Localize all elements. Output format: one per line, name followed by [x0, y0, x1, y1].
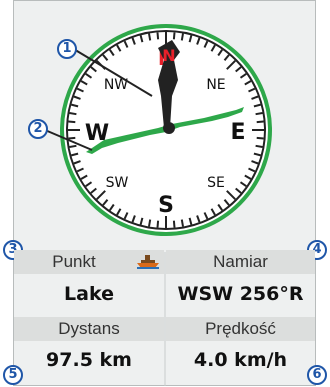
speed-value: 4.0 km/h: [193, 349, 288, 371]
bearing-label: Namiar: [213, 252, 268, 271]
bearing-field[interactable]: Namiar: [166, 250, 315, 274]
compass-tick: [180, 33, 184, 41]
point-value: Lake: [64, 283, 114, 305]
distance-value: 97.5 km: [46, 349, 132, 371]
ne-label: NE: [206, 77, 225, 93]
distance-label: Dystans: [58, 319, 120, 338]
south-label: S: [158, 193, 174, 218]
speed-field[interactable]: Prędkość: [166, 317, 315, 341]
point-label: Punkt: [52, 252, 96, 271]
boat-icon: [137, 255, 159, 269]
compass-tick: [256, 120, 264, 124]
east-label: E: [230, 120, 245, 145]
compass-tick: [255, 112, 263, 116]
north-cap-label: N: [162, 46, 176, 65]
callout-1: 1: [57, 39, 77, 59]
compass-tick: [69, 112, 77, 116]
compass-tick: [172, 220, 176, 228]
compass-tick: [69, 144, 77, 148]
compass-tick: [180, 219, 184, 227]
callout-2: 2: [28, 119, 48, 139]
distance-field[interactable]: Dystans: [14, 317, 164, 341]
speed-label: Prędkość: [205, 319, 276, 338]
compass-tick: [172, 32, 176, 40]
bearing-value: WSW 256°R: [177, 283, 304, 305]
compass-tick: [68, 120, 76, 124]
compass-tick: [68, 136, 76, 140]
compass-tick: [156, 32, 160, 40]
sw-label: SW: [106, 175, 129, 191]
compass-tick: [255, 144, 263, 148]
compass-tick: [148, 219, 152, 227]
needle-hub: [163, 122, 175, 134]
se-label: SE: [207, 175, 225, 191]
compass-tick: [148, 33, 152, 41]
compass-tick: [256, 136, 264, 140]
compass-tick: [156, 220, 160, 228]
